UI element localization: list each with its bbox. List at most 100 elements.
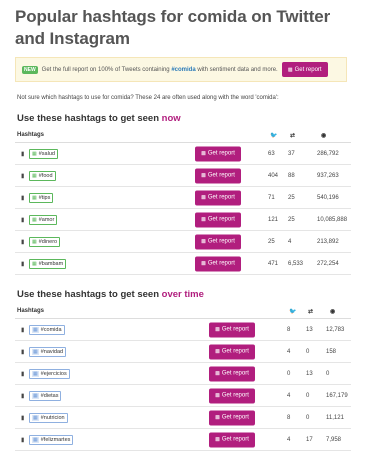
views-count: 11,121 [326, 414, 344, 421]
get-report-button[interactable]: ▩ Get report [195, 146, 241, 161]
tweets-count: 471 [268, 260, 279, 267]
bookmark-icon[interactable]: ▮ [21, 370, 24, 377]
hashtag-chip[interactable]: ▦ #felizmartes [29, 434, 74, 445]
hashtag-chip[interactable]: ▦ #amor [29, 214, 58, 225]
retweets-count: 6,533 [288, 260, 304, 267]
hashtag-chip[interactable]: ▦ #dinero [29, 236, 61, 247]
table-row: ▮ ▦ #amor ▩ Get report 121 25 10,085,888 [15, 209, 351, 231]
tweets-count: 8 [287, 414, 291, 421]
views-count: 213,892 [317, 238, 339, 245]
hashtag-chip-icon: ▦ [32, 348, 39, 355]
retweets-count: 13 [306, 326, 313, 333]
table-row: ▮ ▦ #nutricion ▩ Get report 8 0 11,121 [15, 407, 351, 429]
hashtag-chip[interactable]: ▦ #navidad [29, 346, 67, 357]
retweets-count: 13 [306, 370, 313, 377]
get-report-button[interactable]: ▩ Get report [209, 388, 255, 403]
get-report-button[interactable]: ▩ Get report [195, 212, 241, 227]
views-count: 167,179 [326, 392, 348, 399]
get-report-button[interactable]: ▩ Get report [209, 432, 255, 447]
bar-chart-icon: ▩ [201, 238, 206, 245]
bookmark-icon[interactable]: ▮ [21, 326, 24, 333]
banner-text: Get the full report on 100% of Tweets co… [41, 66, 278, 73]
hashtag-chip[interactable]: ▦ #nutricion [29, 412, 68, 423]
bookmark-icon[interactable]: ▮ [21, 238, 24, 245]
hashtag-chip-icon: ▦ [32, 172, 37, 179]
tweets-count: 0 [287, 370, 291, 377]
get-report-button[interactable]: ▩ Get report [209, 410, 255, 425]
views-count: 158 [326, 348, 337, 355]
bar-chart-icon: ▩ [215, 348, 220, 355]
bar-chart-icon: ▩ [215, 326, 220, 333]
tweets-count: 71 [268, 194, 275, 201]
bookmark-icon[interactable]: ▮ [21, 216, 24, 223]
bookmark-icon[interactable]: ▮ [21, 150, 24, 157]
page-title: Popular hashtags for comida on Twitter a… [15, 7, 331, 48]
bar-chart-icon: ▩ [201, 172, 206, 179]
table-row: ▮ ▦ #comida ▩ Get report 8 13 12,783 [15, 319, 351, 341]
views-count: 937,263 [317, 172, 339, 179]
get-report-button[interactable]: ▩ Get report [209, 366, 255, 381]
hashtags-column-header: Hashtags [17, 308, 45, 314]
table-header: Hashtags 🐦 ⇄ ◉ [15, 304, 351, 319]
retweets-count: 25 [288, 216, 295, 223]
banner-hashtag-link[interactable]: #comida [171, 67, 195, 73]
tweets-count: 4 [287, 392, 291, 399]
table-row: ▮ ▦ #dietas ▩ Get report 4 0 167,179 [15, 385, 351, 407]
bookmark-icon[interactable]: ▮ [21, 194, 24, 201]
eye-icon: ◉ [321, 132, 327, 139]
hashtags-table-over-time: Hashtags 🐦 ⇄ ◉ ▮ ▦ #comida ▩ Get report 8 13 12,783… [15, 304, 364, 451]
bar-chart-icon: ▩ [201, 194, 206, 201]
tweets-count: 4 [287, 436, 291, 443]
bar-chart-icon: ▩ [215, 392, 220, 399]
table-row: ▮ ▦ #tips ▩ Get report 71 25 540,196 [15, 187, 351, 209]
bar-chart-icon: ▩ [287, 66, 293, 73]
tweets-count: 4 [287, 348, 291, 355]
get-report-button[interactable]: ▩ Get report [195, 256, 241, 271]
hashtag-chip[interactable]: ▦ #ejercicios [29, 368, 70, 379]
tweets-count: 63 [268, 150, 275, 157]
retweets-count: 0 [306, 414, 310, 421]
hashtags-column-header: Hashtags [17, 132, 45, 138]
hashtag-chip-icon: ▦ [32, 392, 39, 399]
new-badge: NEW [22, 65, 38, 74]
views-count: 7,958 [326, 436, 342, 443]
banner-get-report-button[interactable]: ▩ Get report [281, 62, 328, 77]
views-count: 540,196 [317, 194, 339, 201]
table-row: ▮ ▦ #navidad ▩ Get report 4 0 158 [15, 341, 351, 363]
get-report-button[interactable]: ▩ Get report [195, 190, 241, 205]
hashtag-chip[interactable]: ▦ #food [29, 170, 56, 181]
twitter-icon: 🐦 [289, 308, 297, 315]
bookmark-icon[interactable]: ▮ [21, 348, 24, 355]
table-row: ▮ ▦ #ejercicios ▩ Get report 0 13 0 [15, 363, 351, 385]
hashtag-chip-icon: ▦ [32, 370, 39, 377]
hashtags-table-now: Hashtags 🐦 ⇄ ◉ ▮ ▦ #salud ▩ Get report 63 37 286,79… [15, 128, 364, 275]
hashtag-chip-icon: ▦ [32, 436, 39, 443]
table-row: ▮ ▦ #food ▩ Get report 404 88 937,263 [15, 165, 351, 187]
bookmark-icon[interactable]: ▮ [21, 414, 24, 421]
hashtag-chip[interactable]: ▦ #tips [29, 192, 54, 203]
hashtag-chip[interactable]: ▦ #salud [29, 148, 58, 159]
retweet-icon: ⇄ [290, 132, 296, 139]
get-report-button[interactable]: ▩ Get report [195, 234, 241, 249]
intro-note: Not sure which hashtags to use for comid… [17, 95, 279, 101]
bar-chart-icon: ▩ [215, 370, 220, 377]
table-row: ▮ ▦ #bambam ▩ Get report 471 6,533 272,254 [15, 253, 351, 275]
retweets-count: 17 [306, 436, 313, 443]
get-report-button[interactable]: ▩ Get report [209, 322, 255, 337]
views-count: 272,254 [317, 260, 339, 267]
table-row: ▮ ▦ #dinero ▩ Get report 25 4 213,892 [15, 231, 351, 253]
get-report-button[interactable]: ▩ Get report [209, 344, 255, 359]
bar-chart-icon: ▩ [201, 260, 206, 267]
bookmark-icon[interactable]: ▮ [21, 260, 24, 267]
hashtag-chip[interactable]: ▦ #comida [29, 324, 65, 335]
bar-chart-icon: ▩ [201, 150, 206, 157]
get-report-button[interactable]: ▩ Get report [195, 168, 241, 183]
bookmark-icon[interactable]: ▮ [21, 172, 24, 179]
hashtag-chip[interactable]: ▦ #bambam [29, 258, 67, 269]
hashtag-chip-icon: ▦ [32, 238, 37, 245]
tweets-count: 25 [268, 238, 275, 245]
hashtag-chip[interactable]: ▦ #dietas [29, 390, 62, 401]
bookmark-icon[interactable]: ▮ [21, 392, 24, 399]
twitter-icon: 🐦 [270, 132, 278, 139]
bookmark-icon[interactable]: ▮ [21, 436, 24, 443]
